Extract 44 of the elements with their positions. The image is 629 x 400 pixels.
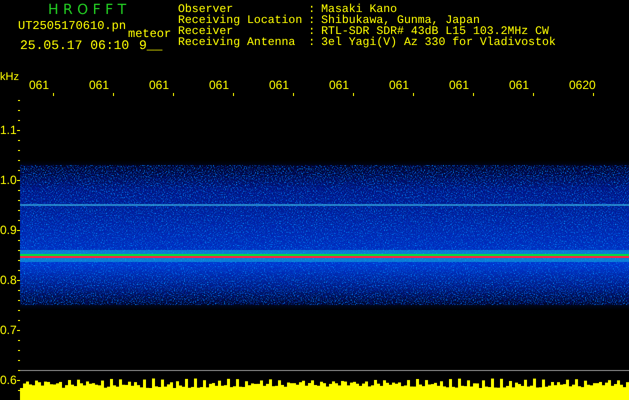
info-label: Receiver	[178, 26, 234, 37]
tick-mark	[413, 93, 414, 96]
unit-label: kHz	[0, 71, 19, 83]
tick-mark	[233, 93, 234, 96]
time-label: 061	[389, 78, 410, 92]
frequency-label: 0.8	[0, 272, 17, 289]
tick-mark	[293, 93, 294, 96]
frequency-label: 0.7	[0, 322, 17, 339]
frequency-label: 0.9	[0, 222, 17, 239]
tick-mark	[53, 93, 54, 96]
time-label: 061	[269, 78, 290, 92]
info-label: Observer	[178, 4, 234, 15]
frequency-label: 1.1	[0, 122, 17, 139]
info-label: Receiving Location	[178, 15, 302, 26]
app-title: H R O F F T	[48, 3, 126, 17]
counter-text: 9__	[139, 39, 162, 52]
time-label: 061	[29, 78, 50, 92]
time-label: 061	[209, 78, 230, 92]
colon-separator: :	[308, 26, 316, 37]
time-label: 0620	[569, 78, 596, 92]
tick-mark	[533, 93, 534, 96]
date-time: 25.05.17 06:10	[20, 39, 130, 52]
colon-separator: :	[308, 4, 316, 15]
time-label: 061	[149, 78, 170, 92]
tick-mark	[593, 93, 594, 96]
mode-label: meteor	[128, 28, 172, 40]
time-label: 061	[509, 78, 530, 92]
tick-mark	[353, 93, 354, 96]
time-label: 061	[449, 78, 470, 92]
frequency-label: 1.0	[0, 172, 17, 189]
file-name: UT2505170610.pn	[18, 20, 126, 33]
colon-separator: :	[308, 15, 316, 26]
info-value: RTL-SDR SDR# 43dB L15 103.2MHz CW	[321, 26, 549, 37]
tick-mark	[473, 93, 474, 96]
info-value: 3el Yagi(V) Az 330 for Vladivostok	[321, 37, 556, 48]
tick-mark	[113, 93, 114, 96]
frequency-label: 0.6	[0, 372, 17, 389]
info-label: Receiving Antenna	[178, 37, 296, 48]
info-value: Masaki Kano	[321, 4, 398, 15]
tick-mark	[173, 93, 174, 96]
info-value: Shibukawa, Gunma, Japan	[321, 15, 480, 26]
time-label: 061	[89, 78, 110, 92]
time-label: 061	[329, 78, 350, 92]
colon-separator: :	[308, 37, 316, 48]
